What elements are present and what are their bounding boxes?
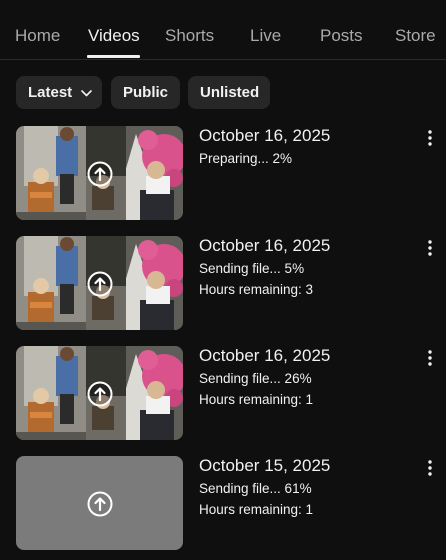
video-row[interactable]: October 15, 2025 Sending file... 61% Hou… <box>0 456 446 552</box>
chevron-down-icon <box>81 84 92 101</box>
more-options-icon[interactable] <box>420 458 440 480</box>
video-date: October 16, 2025 <box>199 346 331 365</box>
public-chip-label: Public <box>123 84 169 101</box>
more-options-icon[interactable] <box>420 348 440 370</box>
video-row[interactable]: October 16, 2025 Sending file... 26% Hou… <box>0 346 446 442</box>
more-options-icon[interactable] <box>420 238 440 260</box>
upload-status: Preparing... 2% <box>199 151 293 166</box>
more-options-icon[interactable] <box>420 128 440 150</box>
time-remaining: Hours remaining: 1 <box>199 502 314 517</box>
video-thumbnail[interactable] <box>16 346 183 440</box>
tab-shorts[interactable]: Shorts <box>165 26 214 46</box>
unlisted-chip-label: Unlisted <box>200 84 260 101</box>
time-remaining: Hours remaining: 1 <box>199 392 314 407</box>
channel-tabs: Home Videos Shorts Live Posts Store <box>0 0 446 60</box>
upload-status: Sending file... 5% <box>199 261 305 276</box>
tab-store[interactable]: Store <box>395 26 436 46</box>
time-remaining: Hours remaining: 3 <box>199 282 314 297</box>
tab-posts[interactable]: Posts <box>320 26 363 46</box>
video-date: October 16, 2025 <box>199 236 331 255</box>
upload-progress-icon <box>87 381 113 407</box>
video-thumbnail[interactable] <box>16 126 183 220</box>
video-date: October 16, 2025 <box>199 126 331 145</box>
upload-progress-icon <box>87 161 113 187</box>
tab-videos[interactable]: Videos <box>88 26 140 46</box>
tab-live[interactable]: Live <box>250 26 281 46</box>
tab-home[interactable]: Home <box>15 26 60 46</box>
video-date: October 15, 2025 <box>199 456 331 475</box>
video-row[interactable]: October 16, 2025 Preparing... 2% <box>0 126 446 222</box>
public-filter-chip[interactable]: Public <box>111 76 180 109</box>
unlisted-filter-chip[interactable]: Unlisted <box>188 76 270 109</box>
upload-progress-icon <box>87 491 113 517</box>
upload-status: Sending file... 26% <box>199 371 312 386</box>
sort-latest-chip[interactable]: Latest <box>16 76 102 109</box>
video-thumbnail[interactable] <box>16 456 183 550</box>
upload-status: Sending file... 61% <box>199 481 312 496</box>
video-thumbnail[interactable] <box>16 236 183 330</box>
active-tab-indicator <box>87 55 140 58</box>
upload-progress-icon <box>87 271 113 297</box>
video-row[interactable]: October 16, 2025 Sending file... 5% Hour… <box>0 236 446 332</box>
sort-chip-label: Latest <box>28 84 73 101</box>
